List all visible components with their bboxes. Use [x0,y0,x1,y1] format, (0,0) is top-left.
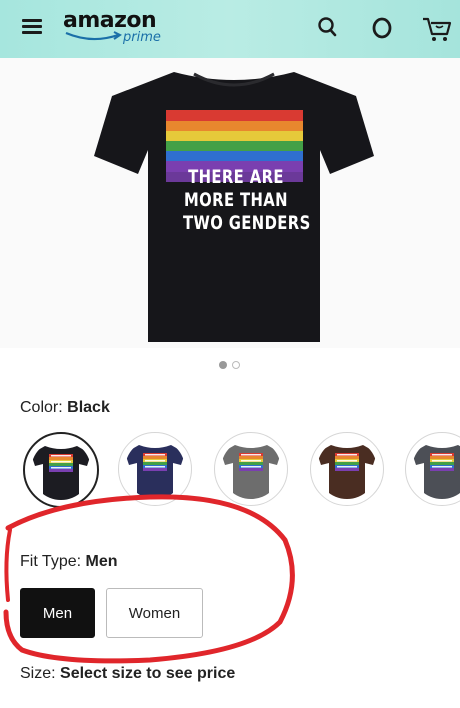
size-selection-label: Size: Select size to see price [20,665,235,683]
swatch-tshirt-thumbnail [125,439,185,499]
top-nav-bar: amazon prime [0,0,460,58]
menu-icon[interactable] [22,19,42,35]
color-swatch-gray[interactable] [214,432,288,506]
search-icon[interactable] [316,14,340,40]
tshirt-text-line: MORE THAN [184,189,288,211]
alexa-ring-icon[interactable] [369,14,395,42]
swatch-tshirt-thumbnail [412,439,460,499]
swatch-tshirt-thumbnail [221,439,281,499]
color-swatch-black[interactable] [23,432,99,508]
cart-icon[interactable] [421,14,453,44]
product-image-area[interactable]: THERE ARE MORE THAN TWO GENDERS [0,58,460,391]
tshirt-print-text: THERE ARE MORE THAN TWO GENDERS [182,166,311,235]
carousel-dot-active[interactable] [219,361,227,369]
carousel-dot[interactable] [232,361,240,369]
color-value: Black [67,399,110,416]
fit-type-label: Fit Type: Men [20,553,118,571]
tshirt-text-line: TWO GENDERS [182,212,311,234]
fit-type-label-text: Fit Type: [20,553,82,570]
amazon-smile-icon [65,31,122,41]
swatch-tshirt-thumbnail [317,439,377,499]
color-swatch-dark-gray[interactable] [405,432,460,506]
fit-men-button[interactable]: Men [20,588,95,638]
prime-logo-text: prime [123,30,161,45]
color-swatch-navy[interactable] [118,432,192,506]
color-swatch-brown[interactable] [310,432,384,506]
color-label: Color: [20,399,63,416]
product-options-panel: Color: Black Fit Type: Men Men Women Siz… [0,348,460,708]
size-label: Size: [20,665,56,682]
fit-women-button[interactable]: Women [106,588,203,638]
swatch-tshirt-thumbnail [31,440,91,500]
fit-type-value: Men [85,553,118,570]
color-selection-label: Color: Black [20,399,110,417]
carousel-indicator[interactable] [219,356,245,374]
size-value[interactable]: Select size to see price [60,665,235,682]
tshirt-text-line: THERE ARE [188,166,284,188]
